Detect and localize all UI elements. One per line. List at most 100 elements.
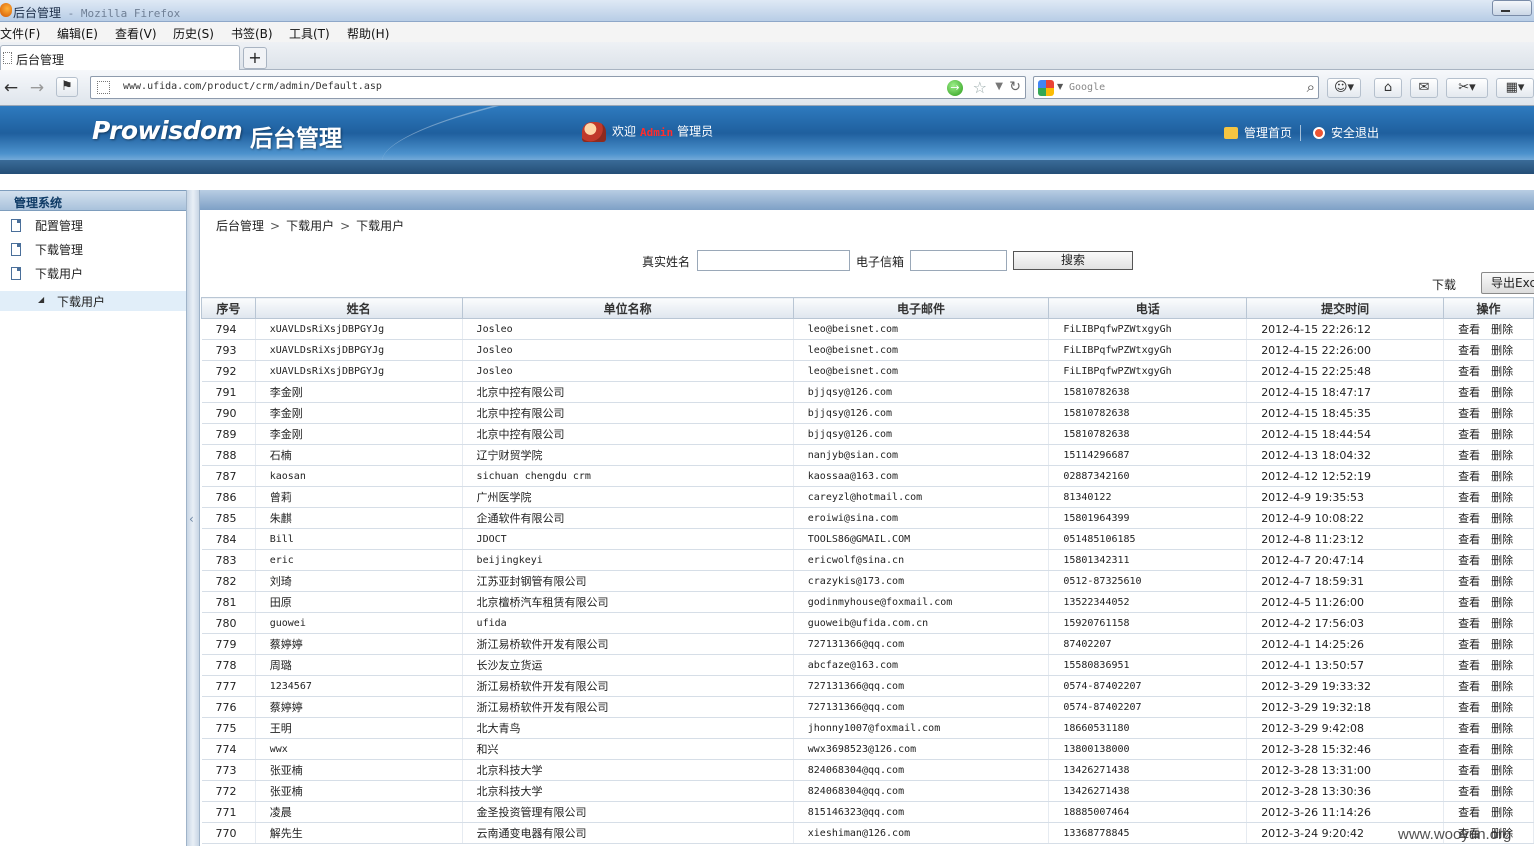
delete-link[interactable]: 删除 (1491, 806, 1513, 819)
view-link[interactable]: 查看 (1458, 533, 1480, 546)
delete-link[interactable]: 删除 (1491, 596, 1513, 609)
admin-home-link[interactable]: 管理首页 (1244, 126, 1292, 140)
addon-face-icon[interactable]: ☺▾ (1327, 78, 1361, 98)
sidebar-item-config[interactable]: 配置管理 (0, 214, 186, 236)
delete-link[interactable]: 删除 (1491, 575, 1513, 588)
cell-company: Josleo (462, 318, 794, 340)
cell-name: 周璐 (255, 654, 463, 676)
go-arrow-icon[interactable]: → (947, 80, 963, 96)
delete-link[interactable]: 删除 (1491, 428, 1513, 441)
search-icon[interactable]: ⌕ (1307, 78, 1315, 96)
delete-link[interactable]: 删除 (1491, 449, 1513, 462)
delete-link[interactable]: 删除 (1491, 512, 1513, 525)
delete-link[interactable]: 删除 (1491, 701, 1513, 714)
column-header-phone[interactable]: 电话 (1048, 297, 1248, 319)
cell-email: bjjqsy@126.com (793, 423, 1050, 445)
column-header-email[interactable]: 电子邮件 (792, 297, 1050, 319)
menu-edit[interactable]: 编辑(E) (57, 25, 98, 42)
view-link[interactable]: 查看 (1458, 701, 1480, 714)
home-icon[interactable]: ⌂ (1374, 78, 1402, 98)
google-icon[interactable] (1038, 80, 1054, 96)
search-bar[interactable]: ▼ Google ⌕ (1033, 76, 1319, 99)
column-header-company[interactable]: 单位名称 (461, 297, 794, 319)
delete-link[interactable]: 删除 (1491, 491, 1513, 504)
menu-bookmarks[interactable]: 书签(B) (231, 25, 273, 42)
view-link[interactable]: 查看 (1458, 638, 1480, 651)
view-link[interactable]: 查看 (1458, 785, 1480, 798)
delete-link[interactable]: 删除 (1491, 638, 1513, 651)
cell-name: 凌晨 (255, 801, 463, 823)
view-link[interactable]: 查看 (1458, 596, 1480, 609)
view-link[interactable]: 查看 (1458, 722, 1480, 735)
delete-link[interactable]: 删除 (1491, 785, 1513, 798)
delete-link[interactable]: 删除 (1491, 323, 1513, 336)
sidebar-item-downloads[interactable]: 下载管理 (0, 238, 186, 260)
delete-link[interactable]: 删除 (1491, 659, 1513, 672)
view-link[interactable]: 查看 (1458, 386, 1480, 399)
export-excel-button[interactable]: 导出Excel (1481, 272, 1534, 294)
view-link[interactable]: 查看 (1458, 491, 1480, 504)
delete-link[interactable]: 删除 (1491, 365, 1513, 378)
bookmark-star-icon[interactable]: ☆ (973, 78, 987, 97)
view-link[interactable]: 查看 (1458, 617, 1480, 630)
grid-menu-icon[interactable]: ▦▾ (1496, 78, 1534, 98)
view-link[interactable]: 查看 (1458, 743, 1480, 756)
tab-admin[interactable]: 后台管理 (0, 45, 240, 70)
delete-link[interactable]: 删除 (1491, 533, 1513, 546)
menu-tools[interactable]: 工具(T) (289, 25, 330, 42)
sidebar-splitter[interactable]: ‹ (186, 190, 200, 846)
email-input[interactable] (910, 250, 1007, 271)
view-link[interactable]: 查看 (1458, 554, 1480, 567)
mail-icon[interactable]: ✉ (1410, 78, 1438, 98)
delete-link[interactable]: 删除 (1491, 344, 1513, 357)
sidebar-heading[interactable]: 管理系统 (0, 190, 186, 211)
logout-link[interactable]: 安全退出 (1331, 126, 1379, 140)
view-link[interactable]: 查看 (1458, 344, 1480, 357)
view-link[interactable]: 查看 (1458, 470, 1480, 483)
delete-link[interactable]: 删除 (1491, 722, 1513, 735)
new-tab-button[interactable]: + (243, 47, 267, 69)
delete-link[interactable]: 删除 (1491, 470, 1513, 483)
sidebar-subitem-download-users[interactable]: ◢ 下载用户 (0, 291, 186, 311)
column-header-submitted[interactable]: 提交时间 (1246, 297, 1445, 319)
breadcrumb-item[interactable]: 下载用户 (286, 219, 334, 233)
column-header-name[interactable]: 姓名 (254, 297, 463, 319)
delete-link[interactable]: 删除 (1491, 407, 1513, 420)
screenshot-icon[interactable]: ✂▾ (1446, 78, 1488, 98)
delete-link[interactable]: 删除 (1491, 680, 1513, 693)
menu-help[interactable]: 帮助(H) (347, 25, 389, 42)
view-link[interactable]: 查看 (1458, 806, 1480, 819)
menu-file[interactable]: 文件(F) (0, 25, 40, 42)
menu-history[interactable]: 历史(S) (173, 25, 214, 42)
search-button[interactable]: 搜索 (1013, 251, 1133, 270)
address-bar[interactable]: www.ufida.com/product/crm/admin/Default.… (90, 76, 1026, 99)
view-link[interactable]: 查看 (1458, 407, 1480, 420)
real-name-input[interactable] (697, 250, 850, 271)
view-link[interactable]: 查看 (1458, 659, 1480, 672)
view-link[interactable]: 查看 (1458, 512, 1480, 525)
forward-arrow-icon[interactable]: → (26, 77, 48, 99)
collapse-arrow-icon[interactable]: ‹ (189, 512, 194, 526)
view-link[interactable]: 查看 (1458, 764, 1480, 777)
column-header-id[interactable]: 序号 (201, 297, 256, 319)
search-engine-dropdown-icon[interactable]: ▼ (1057, 82, 1063, 91)
extension-icon[interactable]: ⚑ (56, 77, 78, 97)
view-link[interactable]: 查看 (1458, 428, 1480, 441)
minimize-button[interactable] (1492, 0, 1532, 16)
view-link[interactable]: 查看 (1458, 680, 1480, 693)
history-dropdown-icon[interactable]: ▼ (995, 81, 1003, 92)
view-link[interactable]: 查看 (1458, 575, 1480, 588)
sidebar-item-download-users[interactable]: 下载用户 (0, 262, 186, 284)
delete-link[interactable]: 删除 (1491, 764, 1513, 777)
delete-link[interactable]: 删除 (1491, 743, 1513, 756)
menu-view[interactable]: 查看(V) (115, 25, 157, 42)
back-arrow-icon[interactable]: ← (0, 77, 22, 99)
delete-link[interactable]: 删除 (1491, 617, 1513, 630)
view-link[interactable]: 查看 (1458, 365, 1480, 378)
delete-link[interactable]: 删除 (1491, 386, 1513, 399)
breadcrumb-item[interactable]: 后台管理 (216, 219, 264, 233)
reload-icon[interactable]: ↻ (1009, 79, 1021, 95)
view-link[interactable]: 查看 (1458, 449, 1480, 462)
delete-link[interactable]: 删除 (1491, 554, 1513, 567)
view-link[interactable]: 查看 (1458, 323, 1480, 336)
